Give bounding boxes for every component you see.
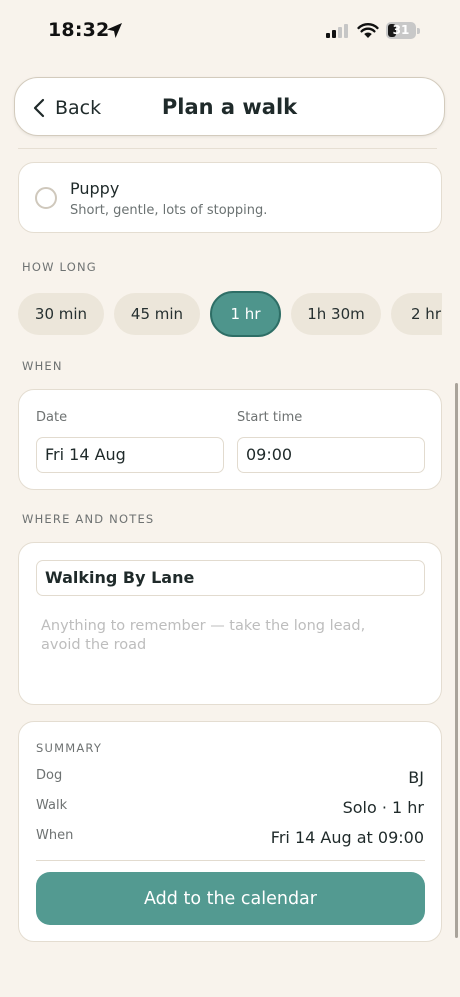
- notes-textarea[interactable]: Anything to remember — take the long lea…: [41, 617, 401, 655]
- summary-when-label: When: [36, 828, 74, 843]
- status-time: 18:32: [48, 19, 110, 41]
- plan-walk-screen: 18:32 31 Plan a walk Back Puppy Short, g…: [0, 0, 460, 997]
- summary-dog-label: Dog: [36, 768, 63, 783]
- start-time-field[interactable]: 09:00: [237, 437, 425, 473]
- scrollbar[interactable]: [455, 383, 458, 938]
- location-arrow-icon: [107, 23, 122, 38]
- section-label-where-notes: WHERE AND NOTES: [22, 512, 155, 526]
- when-card: Date Fri 14 Aug Start time 09:00: [18, 389, 442, 490]
- summary-walk-value: Solo · 1 hr: [342, 798, 424, 817]
- walk-type-option-puppy[interactable]: Puppy Short, gentle, lots of stopping.: [18, 162, 442, 233]
- back-button[interactable]: Back: [33, 78, 101, 137]
- location-field[interactable]: Walking By Lane: [36, 560, 425, 596]
- summary-card: SUMMARY Dog BJ Walk Solo · 1 hr When Fri…: [18, 721, 442, 942]
- duration-chip-selected[interactable]: 1 hr: [210, 291, 281, 337]
- header-bar: Plan a walk Back: [14, 77, 445, 136]
- battery-percent: 31: [392, 23, 410, 37]
- date-label: Date: [36, 410, 68, 425]
- section-label-when: WHEN: [22, 359, 63, 373]
- summary-dog-value: BJ: [408, 768, 424, 787]
- summary-divider: [36, 860, 425, 861]
- battery-icon: 31: [386, 22, 416, 39]
- radio-button[interactable]: [35, 187, 57, 209]
- cellular-signal-icon: [326, 24, 348, 38]
- duration-chip[interactable]: 45 min: [114, 293, 200, 335]
- back-label: Back: [55, 96, 102, 119]
- date-field[interactable]: Fri 14 Aug: [36, 437, 224, 473]
- option-description: Short, gentle, lots of stopping.: [70, 203, 268, 218]
- section-label-how-long: HOW LONG: [22, 260, 97, 274]
- add-to-calendar-button[interactable]: Add to the calendar: [36, 872, 425, 925]
- summary-when-value: Fri 14 Aug at 09:00: [270, 828, 424, 847]
- duration-chip[interactable]: 2 hr: [391, 293, 442, 335]
- duration-chips: 30 min 45 min 1 hr 1h 30m 2 hr: [18, 291, 442, 337]
- summary-label: SUMMARY: [36, 741, 103, 755]
- option-title: Puppy: [70, 179, 120, 198]
- summary-walk-label: Walk: [36, 798, 68, 813]
- wifi-icon: [357, 23, 379, 38]
- status-bar: 18:32 31: [0, 0, 460, 62]
- divider: [18, 148, 437, 149]
- start-time-label: Start time: [237, 410, 303, 425]
- duration-chip[interactable]: 1h 30m: [291, 293, 381, 335]
- notes-card: Walking By Lane Anything to remember — t…: [18, 542, 442, 705]
- duration-chip[interactable]: 30 min: [18, 293, 104, 335]
- battery-cap: [417, 28, 420, 34]
- chevron-left-icon: [33, 98, 45, 117]
